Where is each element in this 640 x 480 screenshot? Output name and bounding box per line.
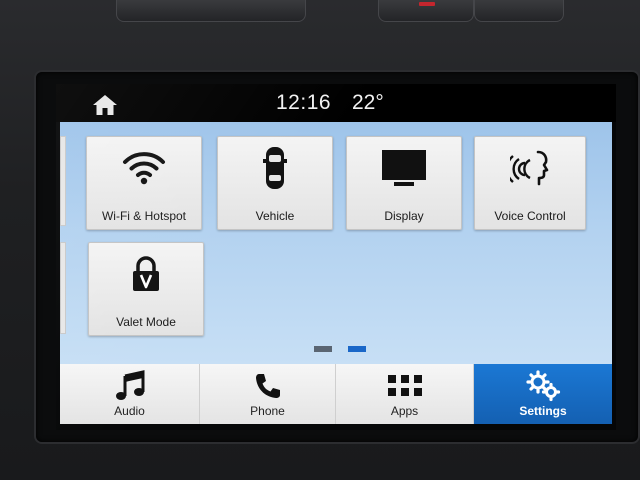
nav-phone[interactable]: Phone	[200, 364, 336, 424]
infotainment-screen: 12:16 22° Wi-Fi & Hotspot Vehicle Displa…	[56, 84, 616, 430]
hazard-indicator	[419, 2, 435, 6]
car-icon	[218, 145, 332, 191]
nav-label: Audio	[114, 404, 145, 418]
tile-label: Valet Mode	[116, 315, 176, 329]
page-dot[interactable]	[314, 346, 332, 352]
vehicle-tile[interactable]: Vehicle	[217, 136, 333, 230]
music-note-icon	[60, 370, 199, 402]
voice-icon	[475, 145, 585, 191]
phone-icon	[200, 370, 335, 402]
home-icon[interactable]	[92, 94, 118, 116]
nav-label: Apps	[390, 404, 419, 418]
hardware-button[interactable]	[474, 0, 564, 22]
valet-mode-tile[interactable]: Valet Mode	[88, 242, 204, 336]
page-dot-active[interactable]	[348, 346, 366, 352]
monitor-icon	[347, 145, 461, 191]
tile-label: Vehicle	[255, 209, 295, 223]
clock: 12:16	[276, 91, 332, 114]
hardware-buttons	[0, 0, 640, 28]
display-tile[interactable]: Display	[346, 136, 462, 230]
nav-settings[interactable]: Settings	[474, 364, 612, 424]
previous-page-tile-edge[interactable]	[60, 136, 66, 226]
hardware-button[interactable]	[116, 0, 306, 22]
outside-temperature: 22°	[352, 91, 384, 114]
voice-control-tile[interactable]: Voice Control	[474, 136, 586, 230]
wifi-icon	[87, 145, 201, 191]
hazard-button[interactable]	[378, 0, 474, 22]
page-indicator	[314, 346, 374, 354]
nav-label: Settings	[519, 404, 567, 418]
lock-icon	[89, 251, 203, 297]
tile-label: Wi-Fi & Hotspot	[101, 209, 186, 223]
previous-page-tile-edge[interactable]	[60, 242, 66, 334]
tile-label: Voice Control	[494, 209, 566, 223]
settings-grid: Wi-Fi & Hotspot Vehicle Display Voice Co…	[60, 122, 612, 364]
nav-label: Phone	[250, 404, 285, 418]
gears-icon	[474, 370, 612, 402]
wifi-hotspot-tile[interactable]: Wi-Fi & Hotspot	[86, 136, 202, 230]
nav-apps[interactable]: Apps	[336, 364, 474, 424]
bottom-nav-bar: Audio Phone Apps Settings	[60, 364, 612, 424]
nav-audio[interactable]: Audio	[60, 364, 200, 424]
grid-icon	[336, 370, 473, 402]
tile-label: Display	[384, 209, 424, 223]
status-bar: 12:16 22°	[56, 84, 616, 122]
